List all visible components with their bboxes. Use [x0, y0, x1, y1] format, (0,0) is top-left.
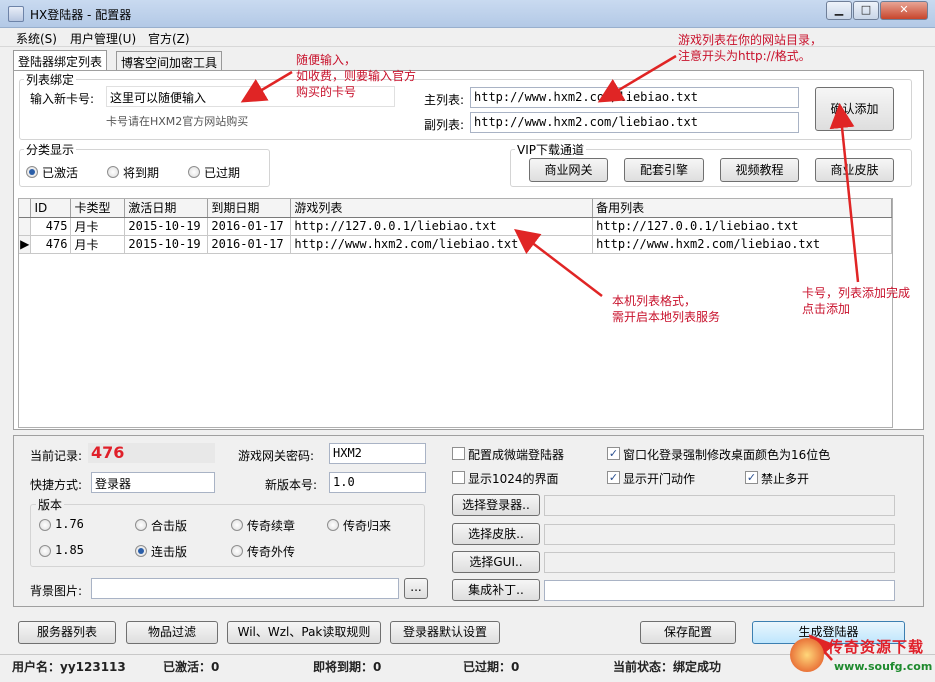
note-card-line: 如收费，则要输入官方: [296, 69, 417, 83]
note-local-line: 需开启本地列表服务: [612, 310, 721, 324]
annotation-note-local: 本机列表格式， 需开启本地列表服务: [612, 293, 720, 325]
arrow-confirm-add: [829, 103, 860, 283]
annotation-note-card: 随便输入， 如收费，则要输入官方 购买的卡号: [296, 52, 416, 100]
watermark-text: 传奇资源下载: [828, 638, 925, 656]
annotation-arrows: [240, 54, 860, 662]
annotation-note-list: 游戏列表在你的网站目录， 注意开头为http://格式。: [678, 32, 822, 64]
note-local-line: 本机列表格式，: [612, 294, 697, 308]
note-card-line: 购买的卡号: [296, 85, 357, 99]
arrow-local-list: [514, 228, 603, 297]
watermark-logo-icon: [790, 638, 824, 672]
annotation-note-add: 卡号，列表添加完成 点击添加: [802, 285, 910, 317]
watermark-site: www.soufg.com: [834, 660, 933, 673]
note-add-line: 卡号，列表添加完成: [802, 286, 911, 300]
note-card-line: 随便输入，: [296, 53, 357, 67]
watermark: 传奇资源下载 www.soufg.com: [790, 632, 933, 680]
arrow-card-input: [240, 70, 293, 103]
arrow-main-list: [597, 54, 677, 103]
note-list-line: 游戏列表在你的网站目录，: [678, 33, 823, 47]
note-list-line: 注意开头为http://格式。: [678, 49, 811, 63]
note-add-line: 点击添加: [802, 302, 851, 316]
